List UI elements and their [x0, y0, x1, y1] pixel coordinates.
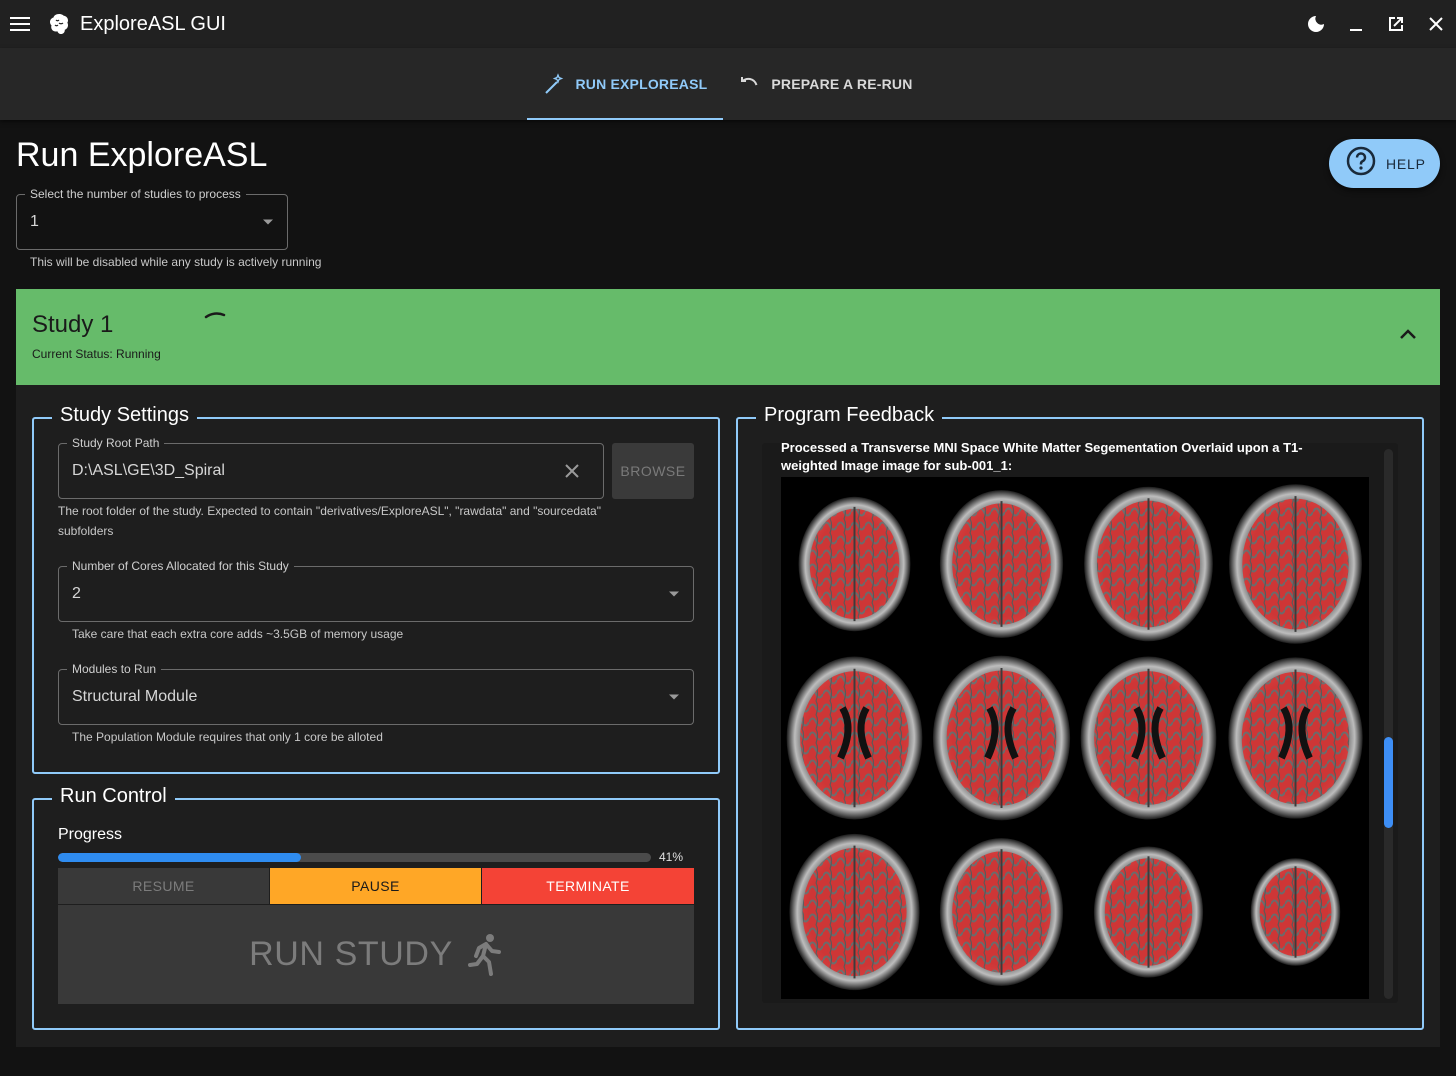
- dark-mode-icon[interactable]: [1296, 0, 1336, 48]
- study-title: Study 1: [32, 311, 114, 338]
- feedback-scrollbar-track[interactable]: [1384, 449, 1393, 999]
- pause-button[interactable]: PAUSE: [270, 868, 481, 904]
- feedback-message: Processed a Transverse MNI Space White M…: [781, 443, 1341, 475]
- help-label: HELP: [1386, 155, 1426, 172]
- menu-icon[interactable]: [0, 0, 40, 48]
- caret-down-icon: [263, 219, 273, 225]
- help-button[interactable]: HELP: [1329, 139, 1440, 188]
- cores-value: 2: [72, 585, 81, 602]
- close-icon[interactable]: [1416, 0, 1456, 48]
- chevron-up-icon[interactable]: [1398, 327, 1418, 341]
- clear-icon[interactable]: [565, 464, 579, 478]
- feedback-scroll-area[interactable]: Processed a Transverse MNI Space White M…: [762, 443, 1398, 1003]
- segmentation-overlay-image: [781, 477, 1369, 999]
- tab-run-exploreasl[interactable]: RUN EXPLOREASL: [527, 48, 724, 120]
- cores-select[interactable]: Number of Cores Allocated for this Study…: [58, 559, 694, 622]
- resume-button[interactable]: RESUME: [58, 868, 269, 904]
- modules-helper: The Population Module requires that only…: [72, 730, 383, 744]
- program-feedback-legend: Program Feedback: [756, 404, 943, 427]
- progress-label: Progress: [58, 826, 123, 843]
- popout-icon[interactable]: [1376, 0, 1416, 48]
- tab-label: PREPARE A RE-RUN: [771, 76, 913, 92]
- tab-label: RUN EXPLOREASL: [575, 76, 708, 92]
- study-count-helper: This will be disabled while any study is…: [30, 255, 322, 269]
- study-settings-legend: Study Settings: [52, 404, 197, 427]
- study-root-path-value: D:\ASL\GE\3D_Spiral: [72, 462, 225, 479]
- study-root-path-helper-line2: subfolders: [58, 524, 114, 538]
- minimize-icon[interactable]: [1336, 0, 1376, 48]
- undo-icon: [739, 72, 763, 96]
- study-count-value: 1: [30, 213, 39, 230]
- title-bar: ExploreASL GUI: [0, 0, 1456, 48]
- loading-spinner-icon: [204, 312, 226, 319]
- run-study-button[interactable]: RUN STUDY: [58, 905, 694, 1004]
- caret-down-icon: [669, 591, 679, 597]
- brain-logo-icon: [46, 11, 72, 37]
- cores-label: Number of Cores Allocated for this Study: [67, 559, 294, 573]
- modules-value: Structural Module: [72, 688, 198, 705]
- terminate-button[interactable]: TERMINATE: [482, 868, 694, 904]
- progress-percent: 41%: [659, 850, 684, 864]
- study-status: Current Status: Running: [32, 347, 161, 361]
- modules-label: Modules to Run: [67, 662, 162, 676]
- browse-button[interactable]: BROWSE: [612, 443, 694, 499]
- cores-helper: Take care that each extra core adds ~3.5…: [72, 627, 404, 641]
- study-count-select[interactable]: Select the number of studies to process …: [16, 187, 288, 250]
- running-person-icon: [467, 933, 503, 977]
- page-title: Run ExploreASL: [16, 136, 268, 174]
- run-control-legend: Run Control: [52, 785, 175, 808]
- tab-prepare-rerun[interactable]: PREPARE A RE-RUN: [723, 48, 928, 120]
- window-controls: [1296, 0, 1456, 48]
- wand-icon: [543, 72, 567, 96]
- modules-select[interactable]: Modules to Run Structural Module: [58, 662, 694, 725]
- run-study-label: RUN STUDY: [249, 935, 453, 973]
- feedback-message-line1: Processed a Transverse MNI Space White M…: [781, 443, 1303, 455]
- study-root-path-input[interactable]: Study Root Path D:\ASL\GE\3D_Spiral: [58, 436, 604, 499]
- feedback-scrollbar-thumb[interactable]: [1384, 737, 1393, 828]
- progress-bar: [58, 853, 651, 862]
- study-root-path-helper-line1: The root folder of the study. Expected t…: [58, 504, 601, 518]
- feedback-message-line2: weighted Image image for sub-001_1:: [781, 458, 1013, 473]
- study-count-label: Select the number of studies to process: [25, 187, 246, 201]
- tab-bar: RUN EXPLOREASL PREPARE A RE-RUN: [0, 48, 1456, 120]
- study-accordion-header[interactable]: Study 1 Current Status: Running: [16, 289, 1440, 385]
- caret-down-icon: [669, 694, 679, 700]
- help-icon: [1346, 146, 1376, 181]
- progress-fill: [58, 853, 302, 862]
- study-root-path-label: Study Root Path: [67, 436, 165, 450]
- app-title: ExploreASL GUI: [80, 12, 226, 35]
